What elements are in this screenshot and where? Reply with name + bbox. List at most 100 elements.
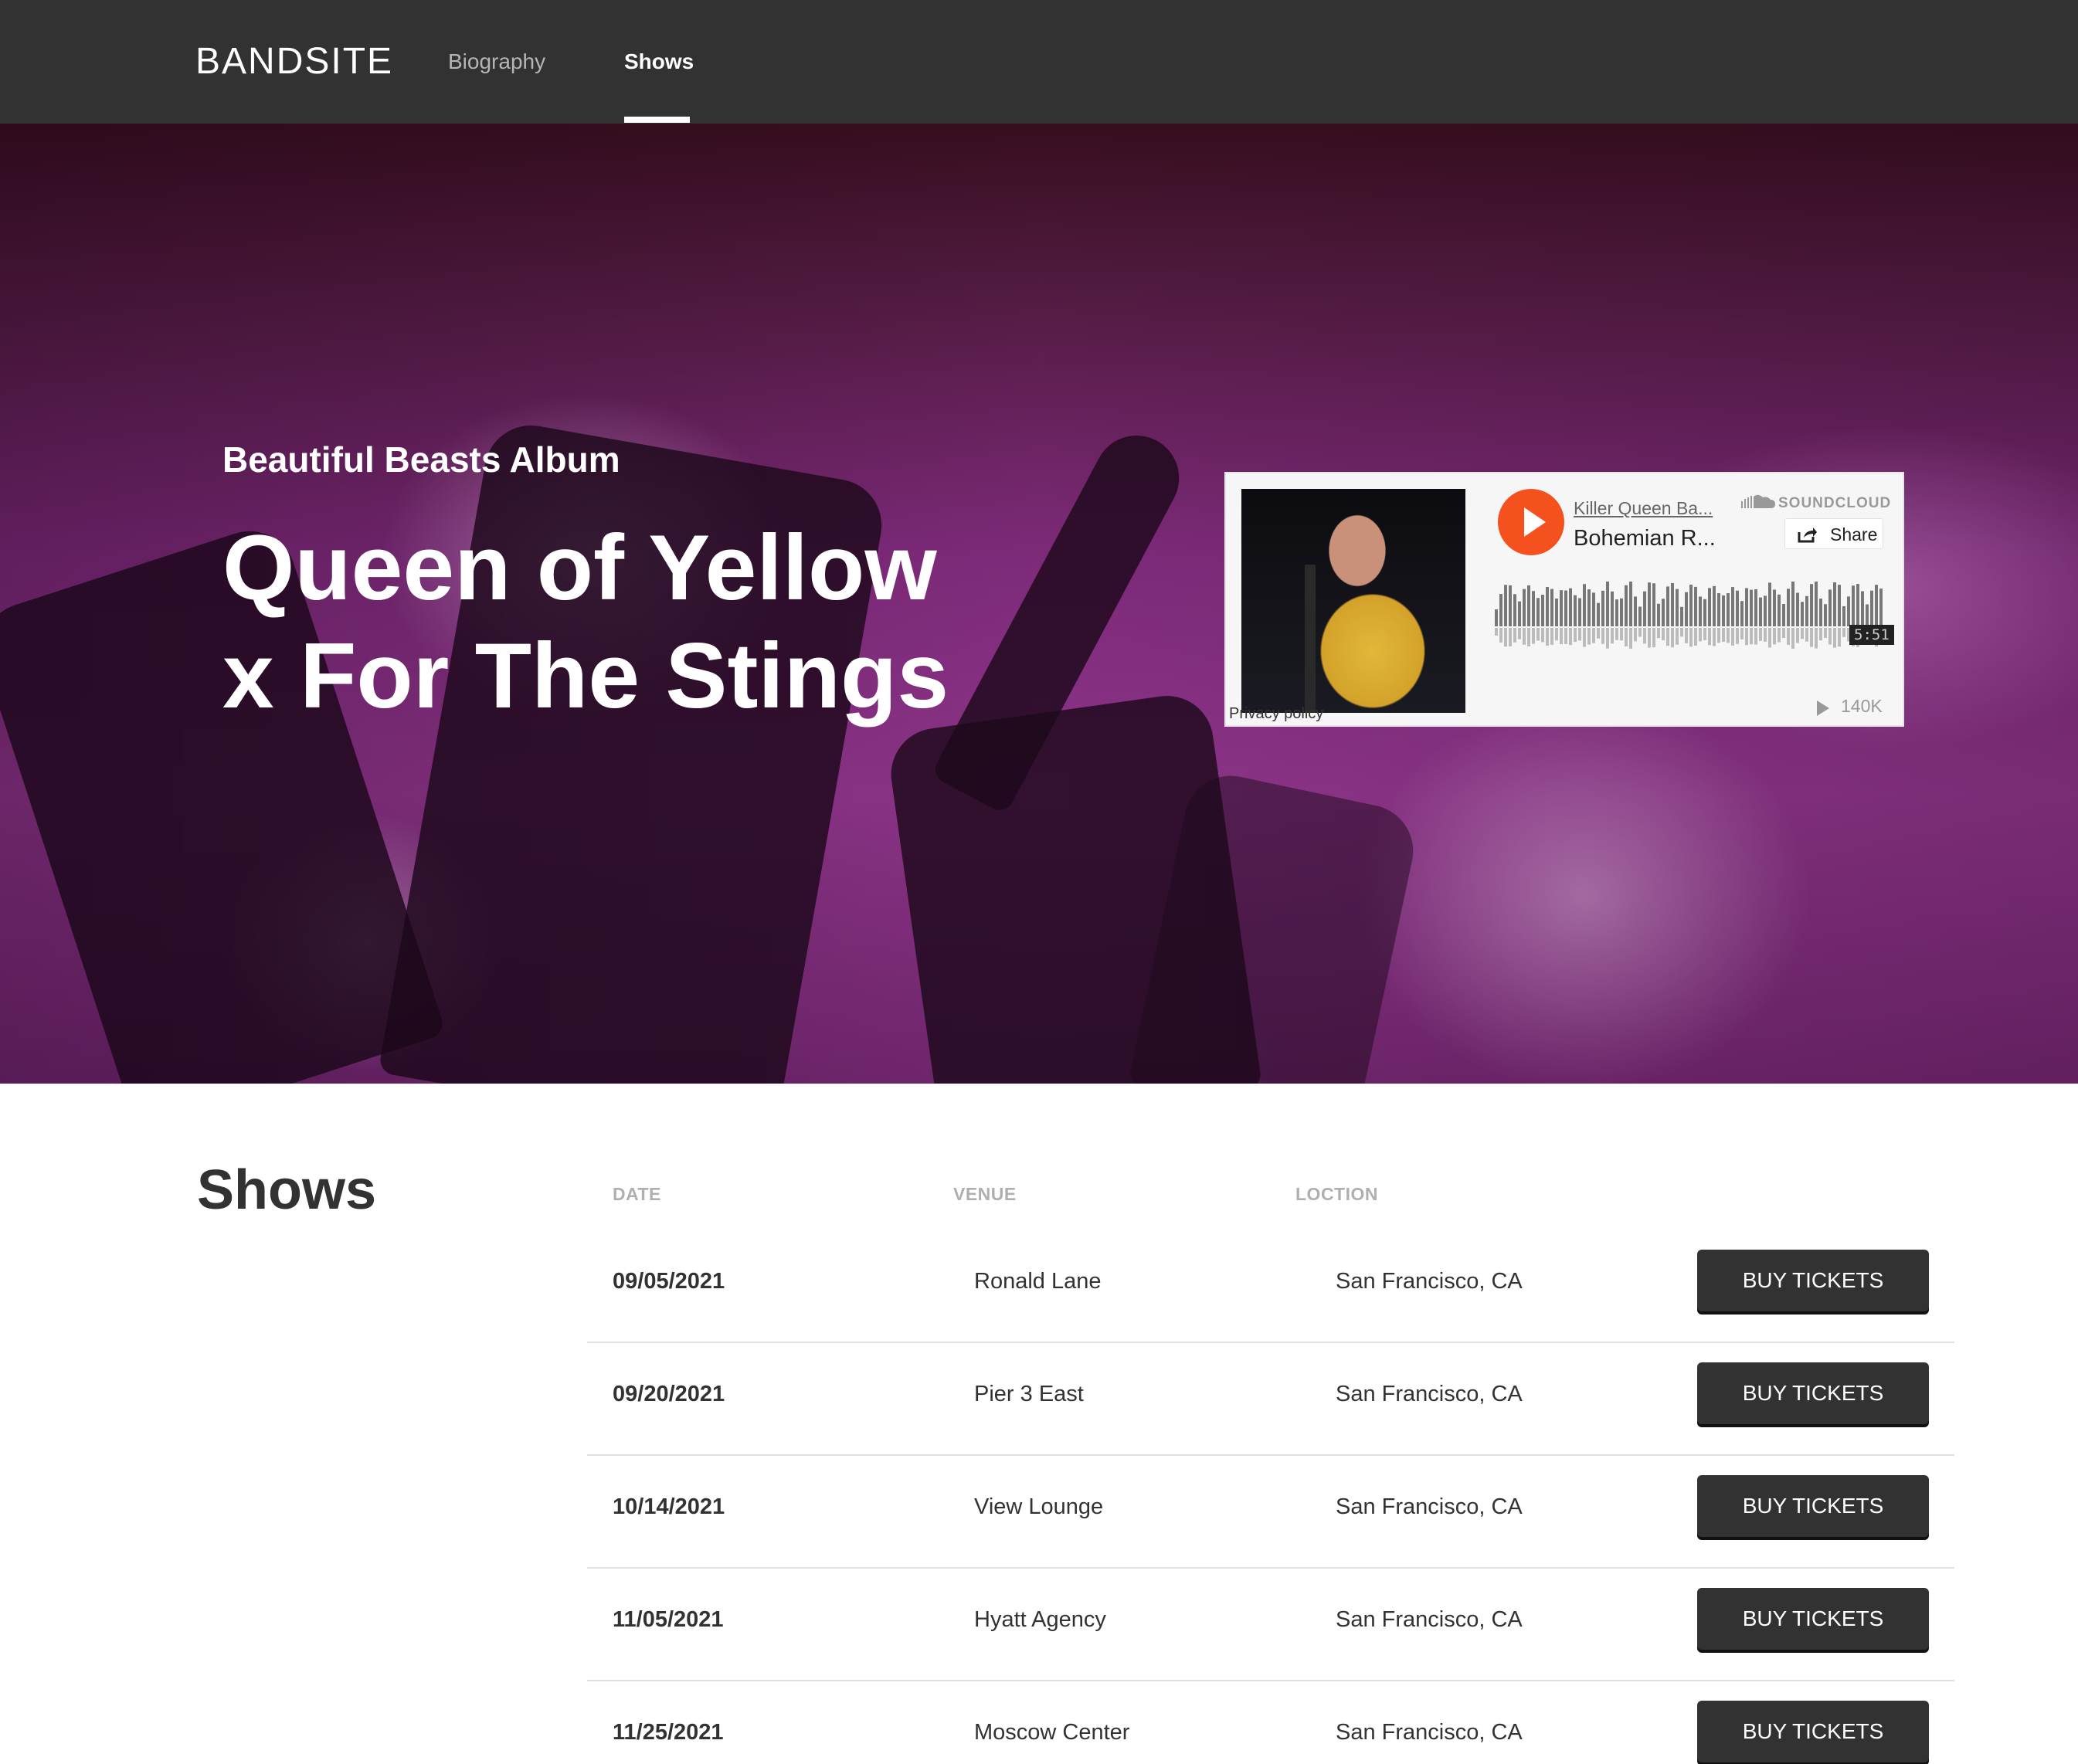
hero-title-line: x For The Stings bbox=[222, 624, 949, 728]
track-artwork[interactable] bbox=[1241, 489, 1465, 713]
waveform-bar bbox=[1801, 602, 1804, 626]
waveform-bar-reflection bbox=[1819, 628, 1822, 641]
waveform-bar bbox=[1597, 602, 1600, 626]
waveform-bar-reflection bbox=[1509, 628, 1512, 646]
waveform-bar bbox=[1856, 584, 1859, 626]
show-location: San Francisco, CA bbox=[1336, 1269, 1523, 1294]
waveform-bar-reflection bbox=[1754, 628, 1757, 645]
share-button[interactable]: Share bbox=[1784, 518, 1883, 549]
waveform-bar bbox=[1666, 586, 1669, 626]
waveform-bar bbox=[1564, 590, 1567, 626]
waveform-bar bbox=[1796, 592, 1799, 626]
waveform-bar bbox=[1866, 604, 1869, 626]
waveform-bar bbox=[1513, 594, 1516, 626]
waveform-bar-reflection bbox=[1564, 628, 1567, 644]
hero-title-line: Queen of Yellow bbox=[222, 516, 937, 619]
waveform-bar-reflection bbox=[1652, 628, 1655, 648]
waveform-bar bbox=[1838, 585, 1841, 626]
soundcloud-brand[interactable]: SOUNDCLOUD bbox=[1778, 495, 1891, 512]
waveform-bar bbox=[1727, 592, 1730, 626]
nav-active-indicator bbox=[624, 117, 690, 123]
play-button[interactable] bbox=[1498, 489, 1564, 555]
waveform-bar bbox=[1861, 591, 1864, 626]
show-date: 11/05/2021 bbox=[613, 1607, 724, 1632]
buy-tickets-button[interactable]: BUY TICKETS bbox=[1697, 1701, 1929, 1762]
waveform-bar bbox=[1694, 586, 1697, 626]
soundcloud-player[interactable]: Privacy policy Killer Queen Ba... Bohemi… bbox=[1224, 472, 1904, 727]
waveform-bar-reflection bbox=[1574, 628, 1577, 643]
waveform-bar bbox=[1703, 599, 1706, 626]
show-row: 11/25/2021 Moscow Center San Francisco, … bbox=[587, 1681, 1954, 1764]
waveform-bar-reflection bbox=[1815, 628, 1818, 649]
waveform-bar bbox=[1652, 583, 1655, 626]
soundcloud-icon[interactable] bbox=[1741, 494, 1777, 509]
artist-link[interactable]: Killer Queen Ba... bbox=[1574, 498, 1728, 519]
buy-tickets-button[interactable]: BUY TICKETS bbox=[1697, 1250, 1929, 1311]
waveform-bar-reflection bbox=[1745, 628, 1748, 646]
waveform-bar-reflection bbox=[1620, 628, 1623, 641]
waveform-bar-reflection bbox=[1523, 628, 1526, 645]
play-count-icon bbox=[1817, 701, 1829, 716]
column-header-venue: VENUE bbox=[953, 1184, 1017, 1204]
waveform-bar-reflection bbox=[1810, 628, 1813, 647]
waveform-bar-reflection bbox=[1495, 628, 1498, 636]
waveform-bar bbox=[1629, 582, 1632, 626]
waveform-bar-reflection bbox=[1833, 628, 1836, 648]
site-logo[interactable]: BANDSITE bbox=[195, 40, 393, 83]
waveform-bar-reflection bbox=[1629, 628, 1632, 649]
buy-tickets-button[interactable]: BUY TICKETS bbox=[1697, 1588, 1929, 1650]
waveform-bar-reflection bbox=[1536, 628, 1540, 641]
waveform-bar-reflection bbox=[1717, 628, 1720, 643]
waveform-bar bbox=[1680, 606, 1683, 626]
waveform-bar-reflection bbox=[1828, 628, 1832, 645]
site-header: BANDSITE Biography Shows bbox=[0, 0, 2078, 124]
waveform-bar bbox=[1555, 598, 1558, 626]
waveform-bar bbox=[1625, 585, 1628, 626]
waveform-bar bbox=[1583, 584, 1586, 626]
waveform-bar bbox=[1722, 595, 1725, 626]
waveform-bar bbox=[1634, 596, 1637, 626]
show-date: 09/20/2021 bbox=[613, 1382, 725, 1406]
waveform[interactable] bbox=[1495, 582, 1886, 667]
waveform-bar-reflection bbox=[1648, 628, 1651, 648]
buy-tickets-button[interactable]: BUY TICKETS bbox=[1697, 1362, 1929, 1424]
waveform-bar-reflection bbox=[1611, 628, 1614, 644]
waveform-bar bbox=[1657, 603, 1660, 626]
waveform-bar-reflection bbox=[1750, 628, 1753, 645]
waveform-bar bbox=[1778, 594, 1781, 626]
waveform-bar bbox=[1504, 585, 1507, 626]
show-date: 09/05/2021 bbox=[613, 1269, 725, 1294]
waveform-bar-reflection bbox=[1662, 628, 1665, 641]
waveform-bar-reflection bbox=[1703, 628, 1706, 640]
waveform-bar bbox=[1578, 598, 1581, 626]
nav-link-shows[interactable]: Shows bbox=[624, 49, 694, 74]
waveform-bar bbox=[1708, 588, 1711, 626]
waveform-bar bbox=[1717, 593, 1720, 626]
buy-tickets-button[interactable]: BUY TICKETS bbox=[1697, 1475, 1929, 1537]
waveform-bar-reflection bbox=[1791, 628, 1794, 649]
waveform-bar bbox=[1754, 589, 1757, 626]
waveform-bar bbox=[1740, 601, 1744, 626]
track-title[interactable]: Bohemian R... bbox=[1574, 526, 1728, 551]
nav-link-biography[interactable]: Biography bbox=[448, 49, 545, 74]
waveform-bar-reflection bbox=[1680, 628, 1683, 637]
waveform-bar bbox=[1527, 585, 1530, 626]
show-venue: Ronald Lane bbox=[974, 1269, 1102, 1294]
waveform-bar-reflection bbox=[1689, 628, 1693, 647]
privacy-policy-link[interactable]: Privacy policy bbox=[1229, 705, 1323, 723]
waveform-bar-reflection bbox=[1768, 628, 1771, 648]
waveform-bar-reflection bbox=[1787, 628, 1790, 645]
waveform-bar bbox=[1736, 590, 1739, 626]
waveform-bar-reflection bbox=[1722, 628, 1725, 642]
waveform-bar-reflection bbox=[1727, 628, 1730, 643]
show-location: San Francisco, CA bbox=[1336, 1494, 1523, 1519]
waveform-bar-reflection bbox=[1764, 628, 1767, 642]
waveform-bar-reflection bbox=[1606, 628, 1609, 649]
waveform-bar-reflection bbox=[1838, 628, 1841, 647]
waveform-bar bbox=[1587, 589, 1591, 626]
microphone-stand bbox=[1305, 565, 1316, 713]
waveform-bar-reflection bbox=[1518, 628, 1521, 639]
waveform-bar bbox=[1764, 595, 1767, 626]
waveform-bar-reflection bbox=[1638, 628, 1642, 637]
column-header-date: DATE bbox=[613, 1184, 661, 1204]
